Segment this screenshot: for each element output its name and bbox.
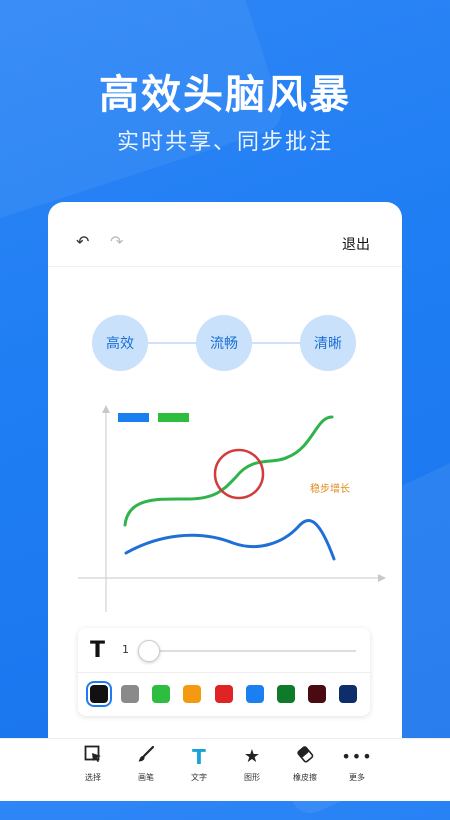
tool-label: 橡皮擦 xyxy=(293,773,317,782)
bottom-toolbar: 选择 画笔 T 文字 ★ 图形 橡皮擦 ••• 更多 xyxy=(0,738,450,801)
hero-title: 高效头脑风暴 xyxy=(99,72,351,118)
annotation-text: 稳步增长 xyxy=(310,482,350,495)
color-swatch[interactable] xyxy=(152,685,170,703)
legend-green xyxy=(158,413,189,422)
tool-select[interactable]: 选择 xyxy=(63,745,123,783)
color-swatch[interactable] xyxy=(308,685,326,703)
bubble-label: 高效 xyxy=(106,335,134,352)
color-swatch[interactable] xyxy=(121,685,139,703)
tool-more[interactable]: ••• 更多 xyxy=(327,745,387,783)
tool-label: 选择 xyxy=(85,773,101,782)
star-icon: ★ xyxy=(243,746,261,767)
tool-label: 画笔 xyxy=(138,773,154,782)
text-size-icon: T xyxy=(90,638,106,663)
tool-label: 文字 xyxy=(191,773,207,782)
green-curve xyxy=(123,415,334,527)
exit-button[interactable]: 退出 xyxy=(342,234,370,254)
size-slider-handle[interactable] xyxy=(138,640,160,662)
tool-brush[interactable]: 画笔 xyxy=(116,745,176,783)
eraser-icon xyxy=(275,745,335,769)
blue-curve xyxy=(124,519,336,561)
drawing-canvas[interactable]: 高效 流畅 清晰 稳步增长 xyxy=(48,267,402,627)
more-icon: ••• xyxy=(341,747,373,766)
select-icon xyxy=(63,745,123,769)
color-swatch[interactable] xyxy=(339,685,357,703)
hero-subtitle: 实时共享、同步批注 xyxy=(116,130,333,155)
tool-eraser[interactable]: 橡皮擦 xyxy=(275,745,335,783)
color-swatch[interactable] xyxy=(277,685,295,703)
legend-blue xyxy=(118,413,149,422)
text-tool-panel: T 1 xyxy=(78,628,370,716)
y-axis-arrow xyxy=(102,405,110,413)
tool-label: 更多 xyxy=(349,773,365,782)
tool-shape[interactable]: ★ 图形 xyxy=(222,745,282,783)
color-palette xyxy=(78,672,370,716)
tool-text[interactable]: T 文字 xyxy=(169,745,229,783)
bubble-label: 清晰 xyxy=(314,336,342,352)
color-swatch[interactable] xyxy=(215,685,233,703)
size-row: T 1 xyxy=(78,628,370,673)
color-swatch[interactable] xyxy=(86,681,112,707)
text-icon: T xyxy=(192,745,206,769)
color-swatch[interactable] xyxy=(246,685,264,703)
undo-icon[interactable]: ↶ xyxy=(76,232,89,251)
size-value: 1 xyxy=(122,643,129,656)
tool-label: 图形 xyxy=(244,773,260,782)
whiteboard-topbar: ↶ ↷ 退出 xyxy=(48,202,402,267)
size-slider-track[interactable] xyxy=(140,650,356,652)
brush-icon xyxy=(116,745,176,769)
bubble-label: 流畅 xyxy=(210,336,238,352)
whiteboard-card: ↶ ↷ 退出 高效 流畅 清晰 稳步增长 T 1 xyxy=(48,202,402,800)
color-swatch[interactable] xyxy=(183,685,201,703)
redo-icon[interactable]: ↷ xyxy=(110,232,123,251)
x-axis-arrow xyxy=(378,574,386,582)
